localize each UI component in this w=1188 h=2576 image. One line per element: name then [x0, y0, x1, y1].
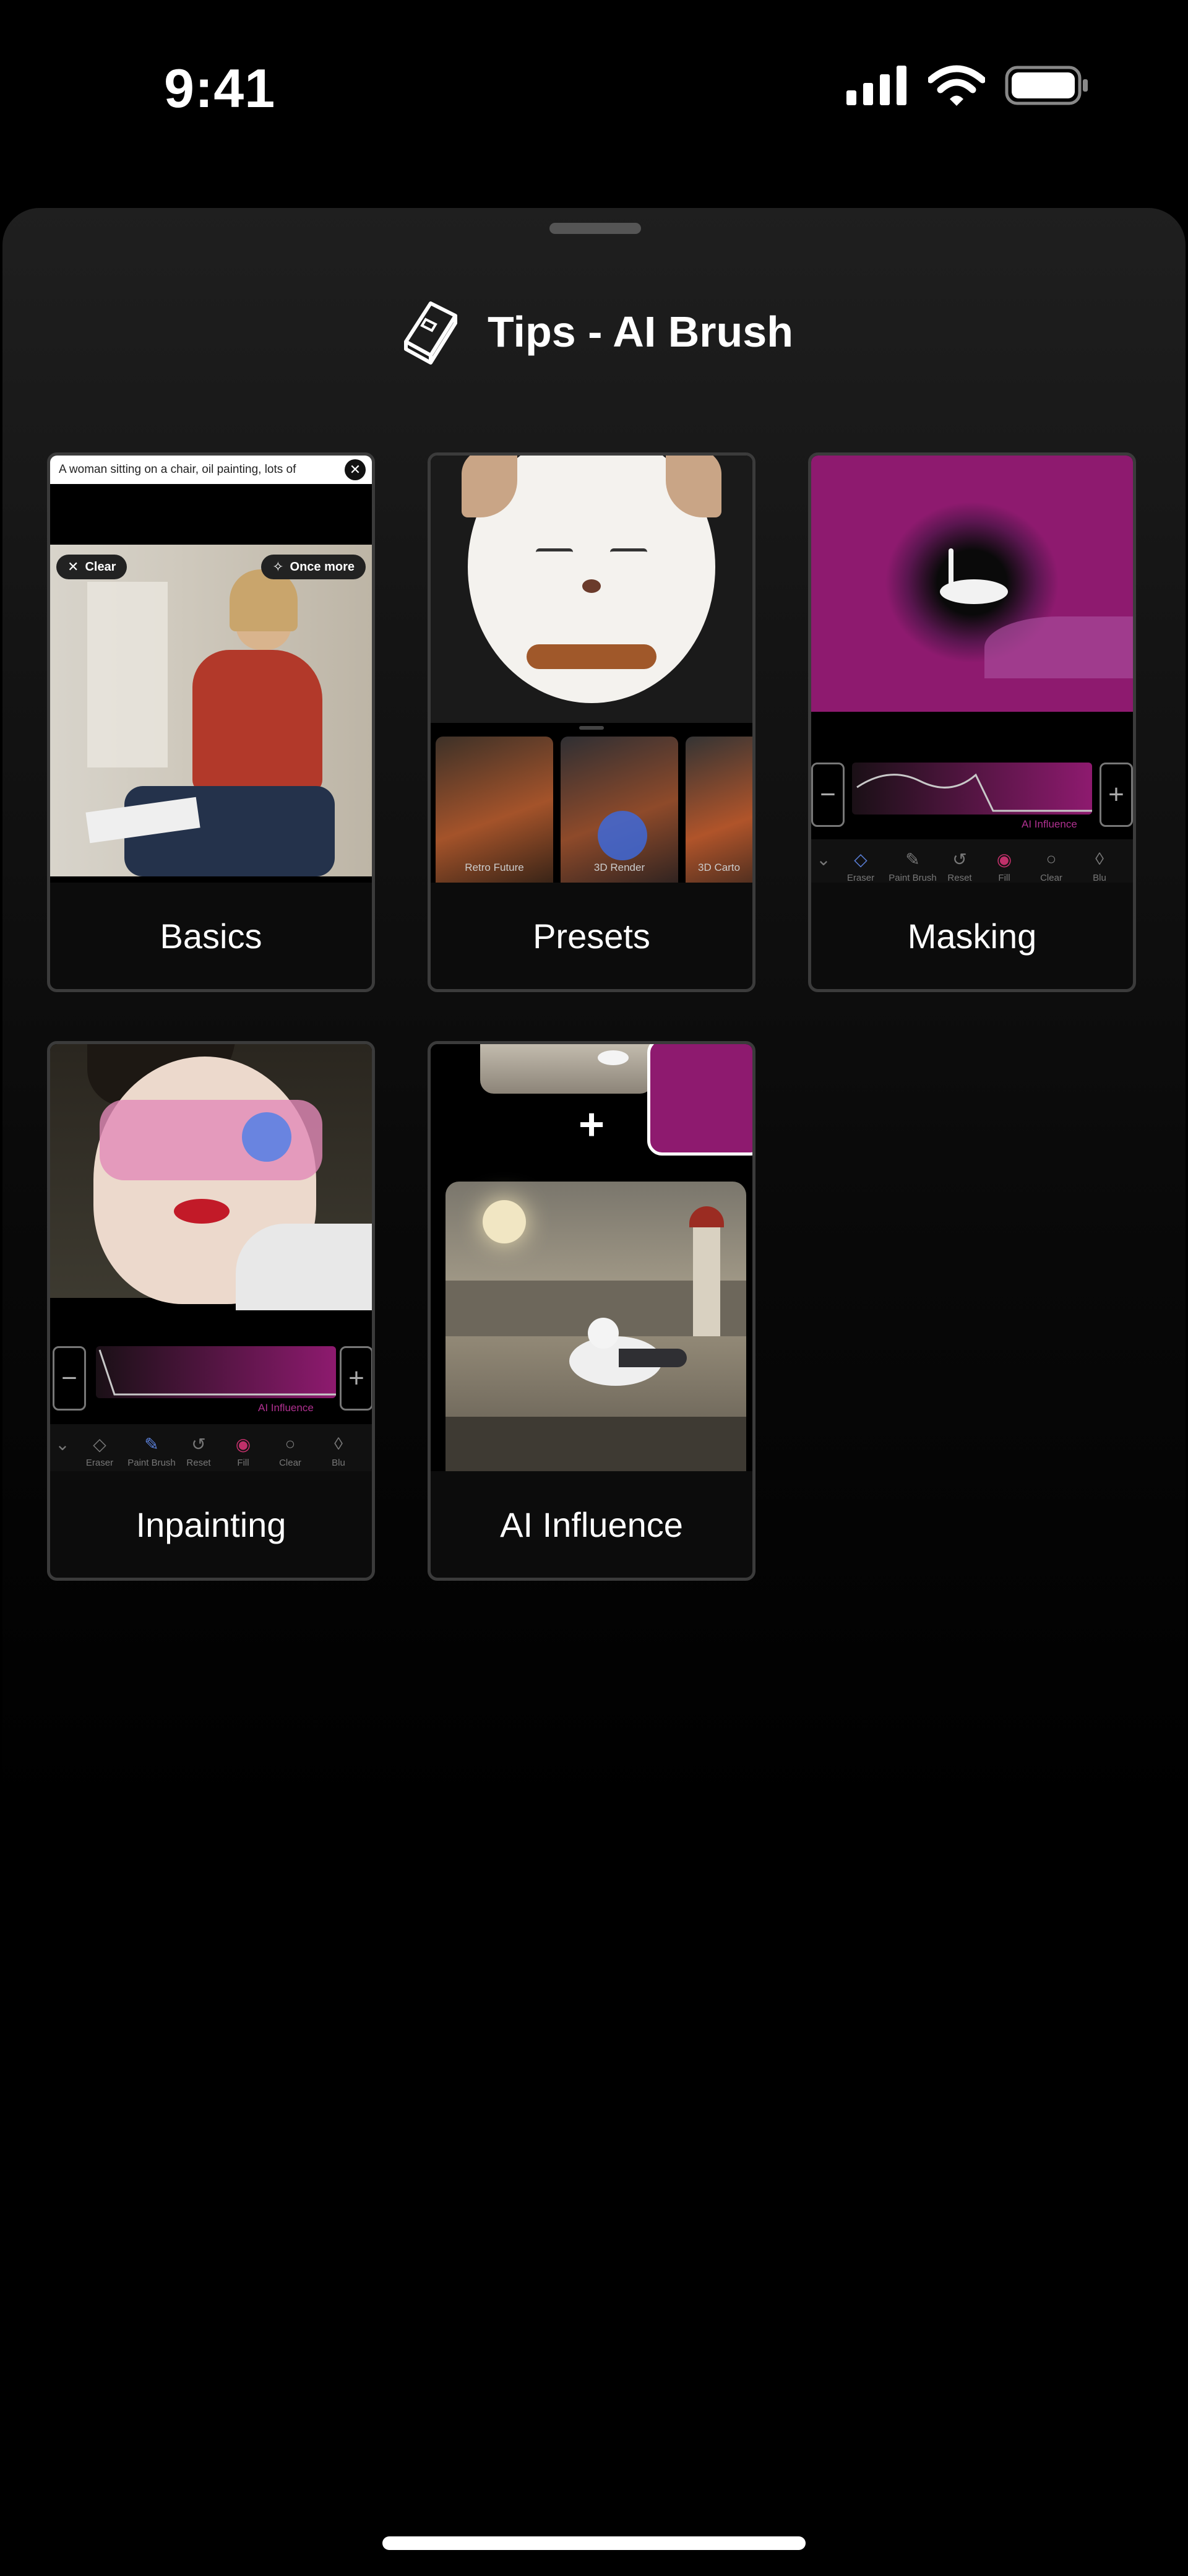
eraser-tool[interactable]: ◇ Eraser: [836, 845, 885, 883]
sheet-grabber[interactable]: [549, 223, 641, 234]
card-masking[interactable]: − + AI Influence ⌄ ◇ Eraser ✎ Paint Brush …: [808, 452, 1136, 992]
reset-icon: ↺: [191, 1434, 206, 1454]
card-label: Basics: [160, 916, 262, 956]
blur-icon: ◊: [1095, 849, 1104, 868]
brush-toolbar: ⌄ ◇ Eraser ✎ Paint Brush ↺ Reset ◉ Fill ○ Cle…: [811, 839, 1133, 883]
eraser-icon: ◇: [93, 1434, 106, 1454]
status-time: 9:41: [164, 58, 276, 119]
paint-brush-icon: ✎: [144, 1434, 159, 1454]
influence-label: AI Influence: [1022, 818, 1077, 830]
sheet-header: Tips - AI Brush: [2, 295, 1186, 369]
minus-icon[interactable]: −: [53, 1346, 86, 1411]
influence-slider[interactable]: − + AI Influence: [50, 1340, 372, 1420]
eraser-icon: ◇: [854, 849, 867, 869]
sheet-title: Tips - AI Brush: [488, 308, 793, 356]
card-label: Presets: [533, 916, 650, 956]
book-icon: [404, 301, 458, 365]
paint-brush-icon: ✎: [905, 849, 920, 869]
basics-preview: A woman sitting on a chair, oil painting…: [50, 456, 372, 883]
influence-track[interactable]: [852, 763, 1092, 815]
reset-tool[interactable]: ↺ Reset: [935, 845, 984, 883]
sparkle-icon: ✧: [272, 559, 284, 574]
blur-tool[interactable]: ◊ Blu: [1075, 845, 1124, 883]
inpainting-preview: − + AI Influence ⌄ ◇ Eraser ✎ Paint Brush …: [50, 1044, 372, 1471]
battery-icon: [1005, 66, 1088, 105]
swan-image: [811, 456, 1133, 712]
prompt-bar[interactable]: A woman sitting on a chair, oil painting…: [50, 456, 372, 484]
seagull-image: [446, 1182, 746, 1471]
preset-thumb[interactable]: 3D Render: [561, 737, 678, 883]
card-inpainting[interactable]: − + AI Influence ⌄ ◇ Eraser ✎ Paint Brush …: [47, 1041, 375, 1581]
influence-label: AI Influence: [258, 1402, 314, 1414]
fill-tool[interactable]: ◉ Fill: [218, 1430, 268, 1469]
preset-thumb[interactable]: 3D Carto: [686, 737, 752, 883]
preset-style-label: Retro Future: [465, 862, 524, 873]
reset-icon: ↺: [952, 849, 967, 869]
close-icon: ✕: [67, 559, 79, 574]
preset-style-label: 3D Render: [593, 862, 645, 873]
color-swatch: [647, 1044, 752, 1156]
fill-tool[interactable]: ◉ Fill: [979, 845, 1029, 883]
preset-thumb[interactable]: Retro Future: [436, 737, 553, 883]
portrait-image: [50, 545, 372, 876]
signal-icon: [846, 66, 906, 105]
presets-preview: Retro Future 3D Render 3D Carto: [431, 456, 752, 883]
brush-toolbar: ⌄ ◇ Eraser ✎ Paint Brush ↺ Reset ◉ Fill ○ Cle…: [50, 1424, 372, 1471]
clear-icon: ○: [1046, 849, 1057, 868]
card-basics[interactable]: A woman sitting on a chair, oil painting…: [47, 452, 375, 992]
portrait-image: [50, 1044, 372, 1310]
cat-illustration: [431, 456, 752, 723]
status-bar: 9:41: [0, 0, 1188, 186]
masking-preview: − + AI Influence ⌄ ◇ Eraser ✎ Paint Brush …: [811, 456, 1133, 883]
influence-slider[interactable]: − + AI Influence: [811, 756, 1133, 837]
source-sketch-image: [480, 1044, 653, 1094]
once-more-button[interactable]: ✧ Once more: [261, 555, 366, 579]
fill-icon: ◉: [235, 1434, 251, 1454]
card-label: AI Influence: [500, 1505, 683, 1544]
plus-icon[interactable]: +: [1100, 763, 1133, 827]
prompt-text: A woman sitting on a chair, oil painting…: [59, 463, 296, 476]
paint-brush-tool[interactable]: ✎ Paint Brush: [888, 845, 937, 883]
card-label: Inpainting: [136, 1505, 286, 1544]
card-presets[interactable]: Retro Future 3D Render 3D Carto Presets: [428, 452, 755, 992]
fill-icon: ◉: [996, 849, 1012, 869]
clear-button[interactable]: ✕ Clear: [56, 555, 127, 579]
plus-icon[interactable]: +: [340, 1346, 372, 1411]
plus-sign: +: [578, 1100, 605, 1149]
home-indicator[interactable]: [382, 2536, 806, 2550]
clear-icon: ○: [285, 1434, 296, 1453]
wifi-icon: [928, 65, 985, 106]
blur-tool[interactable]: ◊ Blu: [314, 1430, 363, 1468]
minus-icon[interactable]: −: [811, 763, 845, 827]
eraser-tool[interactable]: ◇ Eraser: [75, 1430, 124, 1469]
preset-style-label: 3D Carto: [698, 862, 741, 873]
influence-track[interactable]: [96, 1346, 336, 1398]
reset-tool[interactable]: ↺ Reset: [174, 1430, 223, 1469]
ai-influence-preview: +: [431, 1044, 752, 1471]
card-ai-influence[interactable]: + AI Influence: [428, 1041, 755, 1581]
blur-icon: ◊: [334, 1434, 343, 1453]
clear-tool[interactable]: ○ Clear: [265, 1430, 315, 1468]
close-icon[interactable]: ✕: [345, 459, 366, 480]
status-icons: [846, 65, 1089, 106]
paint-brush-tool[interactable]: ✎ Paint Brush: [127, 1430, 176, 1469]
clear-tool[interactable]: ○ Clear: [1027, 845, 1076, 883]
card-label: Masking: [907, 916, 1037, 956]
